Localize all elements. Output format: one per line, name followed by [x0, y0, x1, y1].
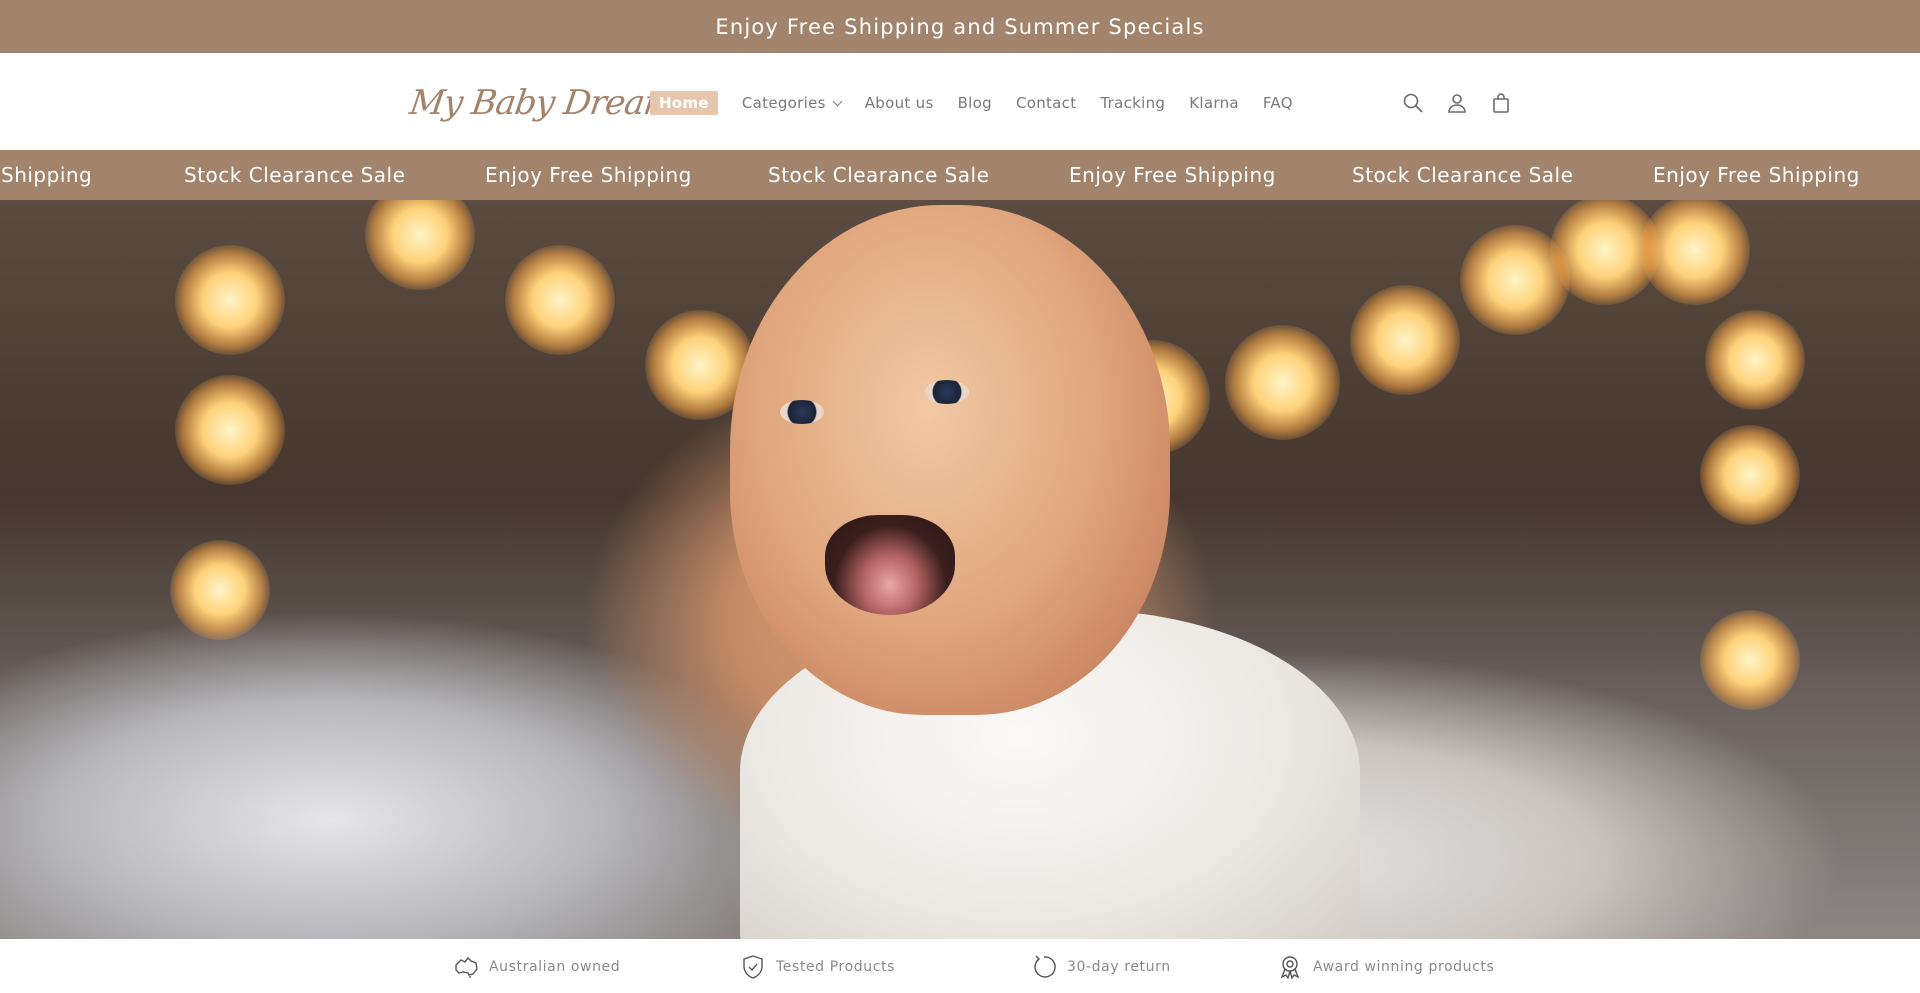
nav-categories[interactable]: Categories [741, 89, 843, 117]
baby-eye [925, 380, 969, 404]
nav-blog[interactable]: Blog [958, 89, 992, 117]
nav-klarna[interactable]: Klarna [1189, 89, 1239, 117]
baby-mouth [825, 515, 955, 615]
feature-australian-owned: Australian owned [453, 953, 620, 981]
announcement-bar: Enjoy Free Shipping and Summer Specials [0, 0, 1920, 53]
features-strip: Australian owned Tested Products 30-day … [0, 939, 1920, 993]
bokeh-light [505, 245, 615, 355]
site-header: My Baby Dream Home Categories About us B… [0, 53, 1920, 150]
announcement-text: Enjoy Free Shipping and Summer Specials [715, 14, 1205, 39]
nav-home[interactable]: Home [650, 91, 718, 115]
search-icon[interactable] [1400, 90, 1426, 116]
account-icon[interactable] [1444, 90, 1470, 116]
feature-30-day-return: 30-day return [1031, 953, 1171, 981]
bokeh-light [175, 245, 285, 355]
cart-icon[interactable] [1488, 90, 1514, 116]
shield-check-icon [743, 955, 763, 979]
hero-image [0, 200, 1920, 939]
bokeh-light [175, 375, 285, 485]
marquee-item: Enjoy Free Shipping [485, 163, 692, 187]
bokeh-light [365, 200, 475, 290]
marquee-item: Stock Clearance Sale [768, 163, 990, 187]
feature-label: 30-day return [1067, 959, 1171, 975]
marquee-item: Shipping [1, 163, 93, 187]
bokeh-light [170, 540, 270, 640]
marquee-item: Stock Clearance Sale [1352, 163, 1574, 187]
australia-map-icon [455, 956, 478, 978]
nav-tracking[interactable]: Tracking [1100, 89, 1165, 117]
award-ribbon-icon [1280, 956, 1300, 980]
feature-label: Australian owned [489, 959, 621, 975]
nav-about-us[interactable]: About us [865, 89, 934, 117]
nav-contact[interactable]: Contact [1016, 89, 1076, 117]
main-nav: Home Categories About us Blog Contact Tr… [650, 89, 1317, 117]
logo[interactable]: My Baby Dream [406, 75, 678, 131]
bokeh-light [1705, 310, 1805, 410]
nav-categories-label: Categories [741, 94, 826, 112]
feature-label: Award winning products [1313, 959, 1495, 975]
bokeh-light [1700, 425, 1800, 525]
marquee-item: Stock Clearance Sale [184, 163, 406, 187]
feature-label: Tested Products [776, 959, 895, 975]
feature-tested-products: Tested Products [740, 953, 895, 981]
nav-faq[interactable]: FAQ [1263, 89, 1293, 117]
marquee-item: Enjoy Free Shipping [1069, 163, 1276, 187]
baby-head [730, 205, 1170, 715]
promo-marquee: Shipping Stock Clearance Sale Enjoy Free… [0, 150, 1920, 200]
return-arrow-icon [1034, 955, 1056, 978]
bokeh-light [1700, 610, 1800, 710]
bokeh-light [1350, 285, 1460, 395]
bokeh-light [1640, 200, 1750, 305]
chevron-down-icon [832, 96, 843, 106]
marquee-item: Enjoy Free Shipping [1653, 163, 1860, 187]
bokeh-light [1225, 325, 1340, 440]
feature-award-winning: Award winning products [1277, 953, 1494, 981]
baby-eye [780, 400, 824, 424]
header-actions [1400, 88, 1532, 118]
